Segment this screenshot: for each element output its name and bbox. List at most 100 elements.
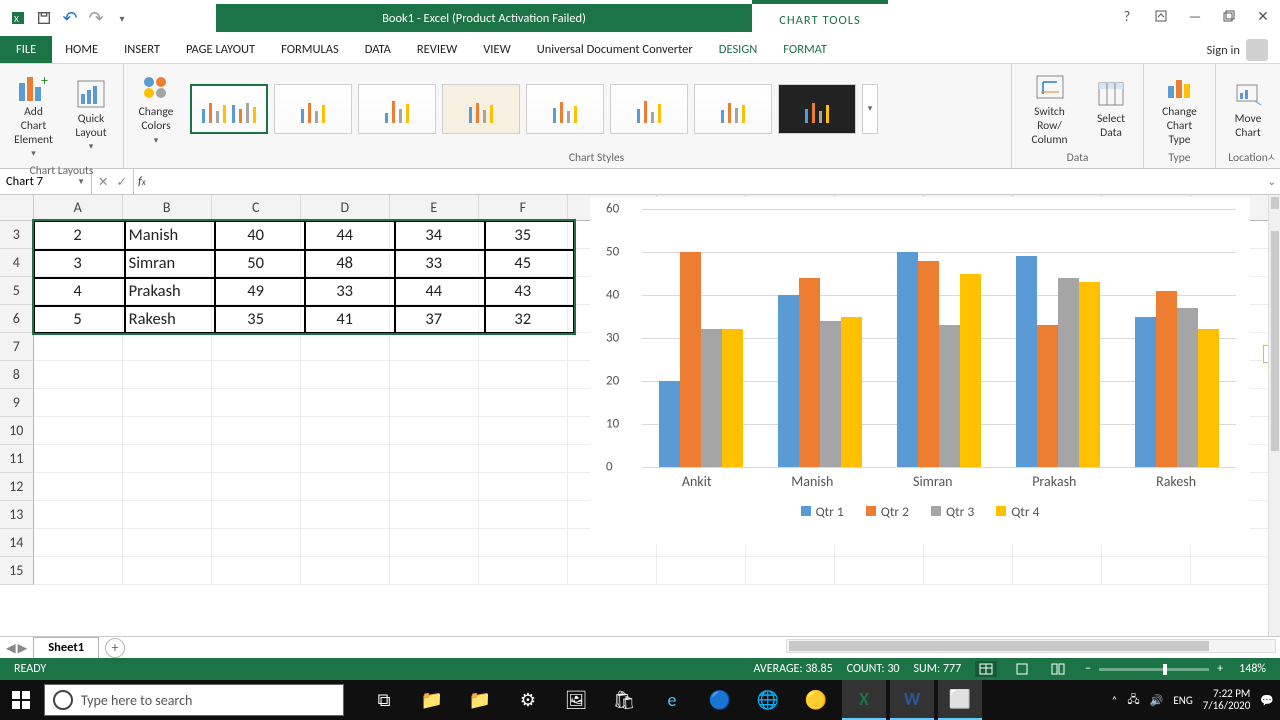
chart-bar[interactable] xyxy=(960,274,981,468)
tab-view[interactable]: VIEW xyxy=(470,36,523,63)
chart-style-6[interactable] xyxy=(610,84,688,134)
tray-clock[interactable]: 7:22 PM7/16/2020 xyxy=(1203,688,1251,712)
cell-A9[interactable] xyxy=(34,389,123,417)
sheet-tab-1[interactable]: Sheet1 xyxy=(33,637,99,658)
tray-lang[interactable]: ENG xyxy=(1173,694,1192,707)
row-header-15[interactable]: 15 xyxy=(0,557,34,585)
chart-bar[interactable] xyxy=(1016,256,1037,467)
formula-expand-icon[interactable]: ⌄ xyxy=(1268,175,1276,188)
cell-F7[interactable] xyxy=(479,333,568,361)
select-all-corner[interactable] xyxy=(0,195,34,221)
fx-icon[interactable]: fx xyxy=(134,174,150,189)
row-header-13[interactable]: 13 xyxy=(0,501,34,529)
cell-A8[interactable] xyxy=(34,361,123,389)
column-header-A[interactable]: A xyxy=(34,195,123,221)
cell-C14[interactable] xyxy=(212,529,301,557)
horizontal-scroll-thumb[interactable] xyxy=(789,641,1209,651)
cell-D7[interactable] xyxy=(301,333,390,361)
cell-F15[interactable] xyxy=(479,557,568,585)
taskbar-chrome-icon[interactable]: 🟡 xyxy=(794,680,838,720)
tab-udc[interactable]: Universal Document Converter xyxy=(524,36,706,63)
cell-E12[interactable] xyxy=(390,473,479,501)
cell-A12[interactable] xyxy=(34,473,123,501)
row-header-8[interactable]: 8 xyxy=(0,361,34,389)
change-colors-button[interactable]: Change Colors▾ xyxy=(132,68,180,148)
zoom-out-icon[interactable]: − xyxy=(1083,662,1093,676)
cell-C8[interactable] xyxy=(212,361,301,389)
cell-C7[interactable] xyxy=(212,333,301,361)
row-header-4[interactable]: 4 xyxy=(0,249,34,277)
vertical-scroll-thumb[interactable] xyxy=(1271,231,1279,451)
cell-A15[interactable] xyxy=(34,557,123,585)
taskbar-app-1[interactable]: 📁 xyxy=(410,680,454,720)
cell-F9[interactable] xyxy=(479,389,568,417)
qat-customize-icon[interactable]: ▾ xyxy=(110,6,134,30)
tab-format[interactable]: FORMAT xyxy=(770,36,840,63)
cell-B14[interactable] xyxy=(123,529,212,557)
tab-design[interactable]: DESIGN xyxy=(706,36,771,63)
cell-E13[interactable] xyxy=(390,501,479,529)
cell-F8[interactable] xyxy=(479,361,568,389)
select-data-button[interactable]: Select Data xyxy=(1087,75,1135,143)
cell-D9[interactable] xyxy=(301,389,390,417)
switch-row-column-button[interactable]: Switch Row/ Column xyxy=(1020,68,1079,149)
tab-file[interactable]: FILE xyxy=(0,36,52,63)
row-header-9[interactable]: 9 xyxy=(0,389,34,417)
chart-style-3[interactable] xyxy=(358,84,436,134)
move-chart-button[interactable]: Move Chart xyxy=(1224,75,1272,143)
change-chart-type-button[interactable]: Change Chart Type xyxy=(1152,68,1207,149)
tray-chevron-icon[interactable]: ˄ xyxy=(1111,694,1117,707)
taskbar-edge-icon[interactable]: 🌐 xyxy=(746,680,790,720)
taskbar-app-5[interactable]: 🔵 xyxy=(698,680,742,720)
view-page-break-icon[interactable] xyxy=(1047,661,1069,677)
chart-bar[interactable] xyxy=(918,261,939,467)
tray-volume-icon[interactable]: 🔊 xyxy=(1150,694,1164,707)
column-header-F[interactable]: F xyxy=(479,195,568,221)
cell-B9[interactable] xyxy=(123,389,212,417)
cell-F14[interactable] xyxy=(479,529,568,557)
taskbar-ie-icon[interactable]: e xyxy=(650,680,694,720)
ribbon-options-icon[interactable] xyxy=(1146,4,1176,28)
system-tray[interactable]: ˄ 🖧 🔊 ENG 7:22 PM7/16/2020 💬 xyxy=(1111,688,1280,712)
tab-review[interactable]: REVIEW xyxy=(404,36,470,63)
legend-item[interactable]: Qtr 3 xyxy=(931,503,974,520)
horizontal-scrollbar[interactable] xyxy=(786,639,1276,653)
cell-E11[interactable] xyxy=(390,445,479,473)
chart-bar[interactable] xyxy=(680,252,701,467)
column-header-B[interactable]: B xyxy=(123,195,212,221)
cell-D8[interactable] xyxy=(301,361,390,389)
taskbar-app-4[interactable]: 🖼 xyxy=(554,680,598,720)
chart-bar[interactable] xyxy=(1079,282,1100,467)
close-icon[interactable]: ✕ xyxy=(1248,4,1278,28)
cell-G15[interactable] xyxy=(568,557,657,585)
worksheet[interactable]: ABCDEFGHIJKLMN 32Manish4044343543Simran5… xyxy=(0,195,1280,636)
cell-B10[interactable] xyxy=(123,417,212,445)
maximize-icon[interactable] xyxy=(1214,4,1244,28)
sheet-nav-next-icon[interactable]: ▶ xyxy=(18,640,28,656)
tray-network-icon[interactable]: 🖧 xyxy=(1127,691,1139,710)
cell-B8[interactable] xyxy=(123,361,212,389)
chart-bar[interactable] xyxy=(1135,317,1156,468)
sheet-nav-prev-icon[interactable]: ◀ xyxy=(6,640,16,656)
cell-E7[interactable] xyxy=(390,333,479,361)
cell-E10[interactable] xyxy=(390,417,479,445)
help-icon[interactable]: ? xyxy=(1112,4,1142,28)
cell-I15[interactable] xyxy=(746,557,835,585)
cell-F13[interactable] xyxy=(479,501,568,529)
cell-C15[interactable] xyxy=(212,557,301,585)
cell-L15[interactable] xyxy=(1013,557,1102,585)
quick-layout-button[interactable]: Quick Layout▾ xyxy=(67,75,115,155)
cell-C13[interactable] xyxy=(212,501,301,529)
task-view-icon[interactable]: ⧉ xyxy=(362,680,406,720)
legend-item[interactable]: Qtr 4 xyxy=(996,503,1039,520)
cell-E9[interactable] xyxy=(390,389,479,417)
cell-B11[interactable] xyxy=(123,445,212,473)
tab-formulas[interactable]: FORMULAS xyxy=(268,36,352,63)
cell-D11[interactable] xyxy=(301,445,390,473)
column-header-C[interactable]: C xyxy=(212,195,301,221)
chart-bar[interactable] xyxy=(659,381,680,467)
cell-F10[interactable] xyxy=(479,417,568,445)
cell-B7[interactable] xyxy=(123,333,212,361)
row-header-11[interactable]: 11 xyxy=(0,445,34,473)
row-header-12[interactable]: 12 xyxy=(0,473,34,501)
